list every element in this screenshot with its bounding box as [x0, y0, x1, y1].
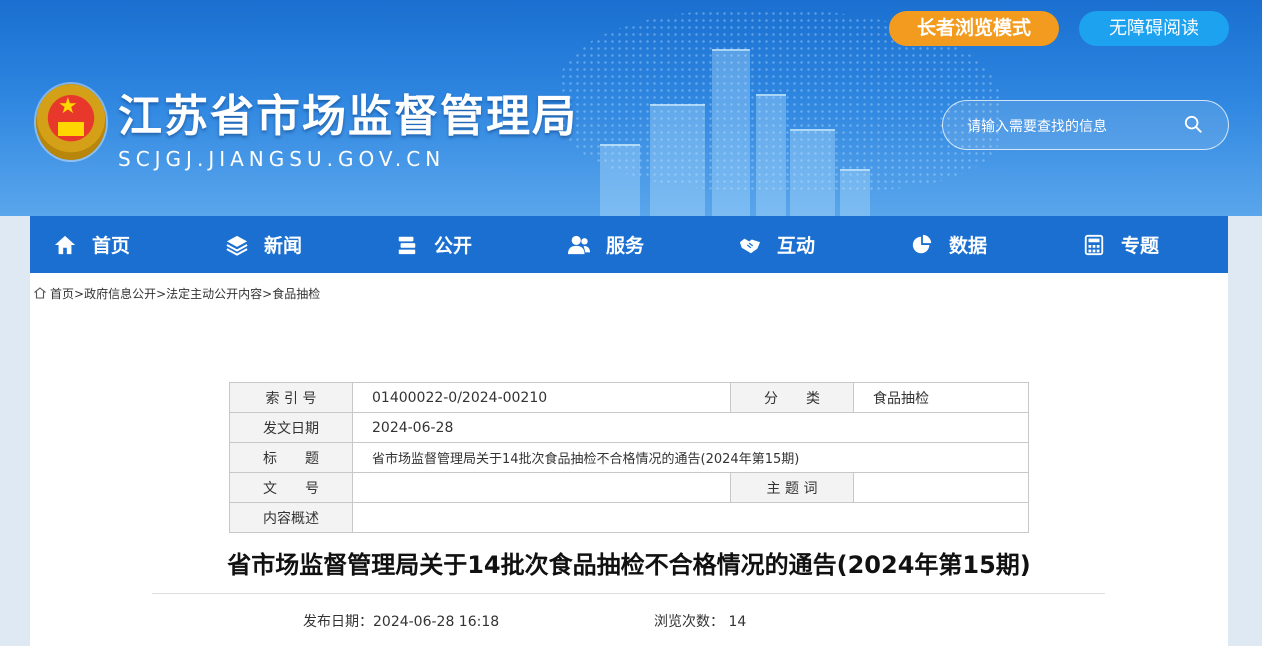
- nav-item-topics[interactable]: 专题: [1083, 216, 1159, 273]
- nav-label: 新闻: [264, 235, 303, 257]
- accessibility-button[interactable]: 无障碍阅读: [1079, 11, 1229, 46]
- site-header: ★ 江苏省市场监督管理局 SCJGJ.JIANGSU.GOV.CN 长者浏览模式…: [0, 0, 1262, 216]
- search-icon[interactable]: [1184, 115, 1202, 133]
- publish-date: 发布日期：2024-06-28 16:18: [303, 611, 499, 631]
- nav-label: 互动: [777, 235, 816, 257]
- title-label: 标 题: [229, 442, 353, 473]
- calculator-icon: [1084, 234, 1104, 255]
- doc-number-label: 文 号: [229, 472, 353, 503]
- doc-number-value: [352, 472, 731, 503]
- search-box[interactable]: 请输入需要查找的信息: [942, 100, 1229, 150]
- table-row: 标 题 省市场监督管理局关于14批次食品抽检不合格情况的通告(2024年第15期…: [229, 442, 1029, 473]
- elder-mode-button[interactable]: 长者浏览模式: [889, 11, 1059, 46]
- building-decoration: [756, 94, 786, 216]
- nav-label: 数据: [949, 235, 988, 257]
- stack-icon: [398, 236, 416, 254]
- layers-icon: [226, 235, 248, 256]
- nav-label: 服务: [606, 235, 645, 257]
- table-row: 索 引 号 01400022-0/2024-00210 分 类 食品抽检: [229, 382, 1029, 413]
- table-row: 文 号 主 题 词: [229, 472, 1029, 503]
- nav-item-news[interactable]: 新闻: [226, 216, 302, 273]
- view-count: 浏览次数： 14: [654, 611, 746, 631]
- building-decoration: [650, 104, 705, 216]
- document-meta-table: 索 引 号 01400022-0/2024-00210 分 类 食品抽检 发文日…: [229, 382, 1029, 533]
- nav-label: 专题: [1121, 235, 1160, 257]
- keywords-label: 主 题 词: [730, 472, 854, 503]
- table-row: 内容概述: [229, 502, 1029, 533]
- breadcrumb: 首页>政府信息公开>法定主动公开内容>食品抽检: [33, 285, 320, 302]
- handshake-icon: [739, 238, 761, 253]
- view-count-value: 14: [728, 614, 747, 630]
- main-nav: 首页 新闻 公开 服务 互动 数据 专题: [30, 216, 1228, 273]
- nav-label: 首页: [92, 235, 131, 257]
- divider: [152, 593, 1105, 594]
- breadcrumb-home[interactable]: 首页: [50, 287, 74, 301]
- nav-item-public[interactable]: 公开: [396, 216, 472, 273]
- article-title: 省市场监督管理局关于14批次食品抽检不合格情况的通告(2024年第15期): [227, 551, 1031, 579]
- breadcrumb-gov-info[interactable]: 政府信息公开: [84, 287, 156, 301]
- publish-date-label: 发布日期：: [303, 614, 373, 630]
- index-label: 索 引 号: [229, 382, 353, 413]
- category-value: 食品抽检: [853, 382, 1029, 413]
- summary-value: [352, 502, 1029, 533]
- table-row: 发文日期 2024-06-28: [229, 412, 1029, 443]
- date-label: 发文日期: [229, 412, 353, 443]
- building-decoration: [712, 49, 750, 216]
- nav-item-home[interactable]: 首页: [54, 216, 130, 273]
- location-icon: [33, 287, 47, 299]
- national-emblem-logo: ★: [36, 84, 106, 160]
- category-label: 分 类: [730, 382, 854, 413]
- pie-chart-icon: [912, 234, 932, 253]
- date-value: 2024-06-28: [352, 412, 1029, 443]
- users-icon: [568, 235, 590, 254]
- breadcrumb-statutory[interactable]: 法定主动公开内容: [166, 287, 262, 301]
- nav-item-data[interactable]: 数据: [911, 216, 987, 273]
- title-value: 省市场监督管理局关于14批次食品抽检不合格情况的通告(2024年第15期): [352, 442, 1029, 473]
- building-decoration: [600, 144, 640, 216]
- nav-label: 公开: [434, 235, 473, 257]
- building-decoration: [840, 169, 870, 216]
- building-decoration: [790, 129, 835, 216]
- keywords-value: [853, 472, 1029, 503]
- breadcrumb-food-inspection[interactable]: 食品抽检: [272, 287, 320, 301]
- site-title[interactable]: 江苏省市场监督管理局: [118, 80, 578, 144]
- main-content: 首页>政府信息公开>法定主动公开内容>食品抽检 索 引 号 01400022-0…: [30, 273, 1228, 646]
- site-url: SCJGJ.JIANGSU.GOV.CN: [118, 147, 446, 171]
- index-value: 01400022-0/2024-00210: [352, 382, 731, 413]
- publish-date-value: 2024-06-28 16:18: [373, 614, 500, 630]
- nav-item-service[interactable]: 服务: [568, 216, 644, 273]
- view-count-label: 浏览次数：: [654, 614, 724, 630]
- summary-label: 内容概述: [229, 502, 353, 533]
- home-icon: [54, 235, 76, 254]
- nav-item-interact[interactable]: 互动: [739, 216, 815, 273]
- search-input[interactable]: 请输入需要查找的信息: [967, 116, 1107, 136]
